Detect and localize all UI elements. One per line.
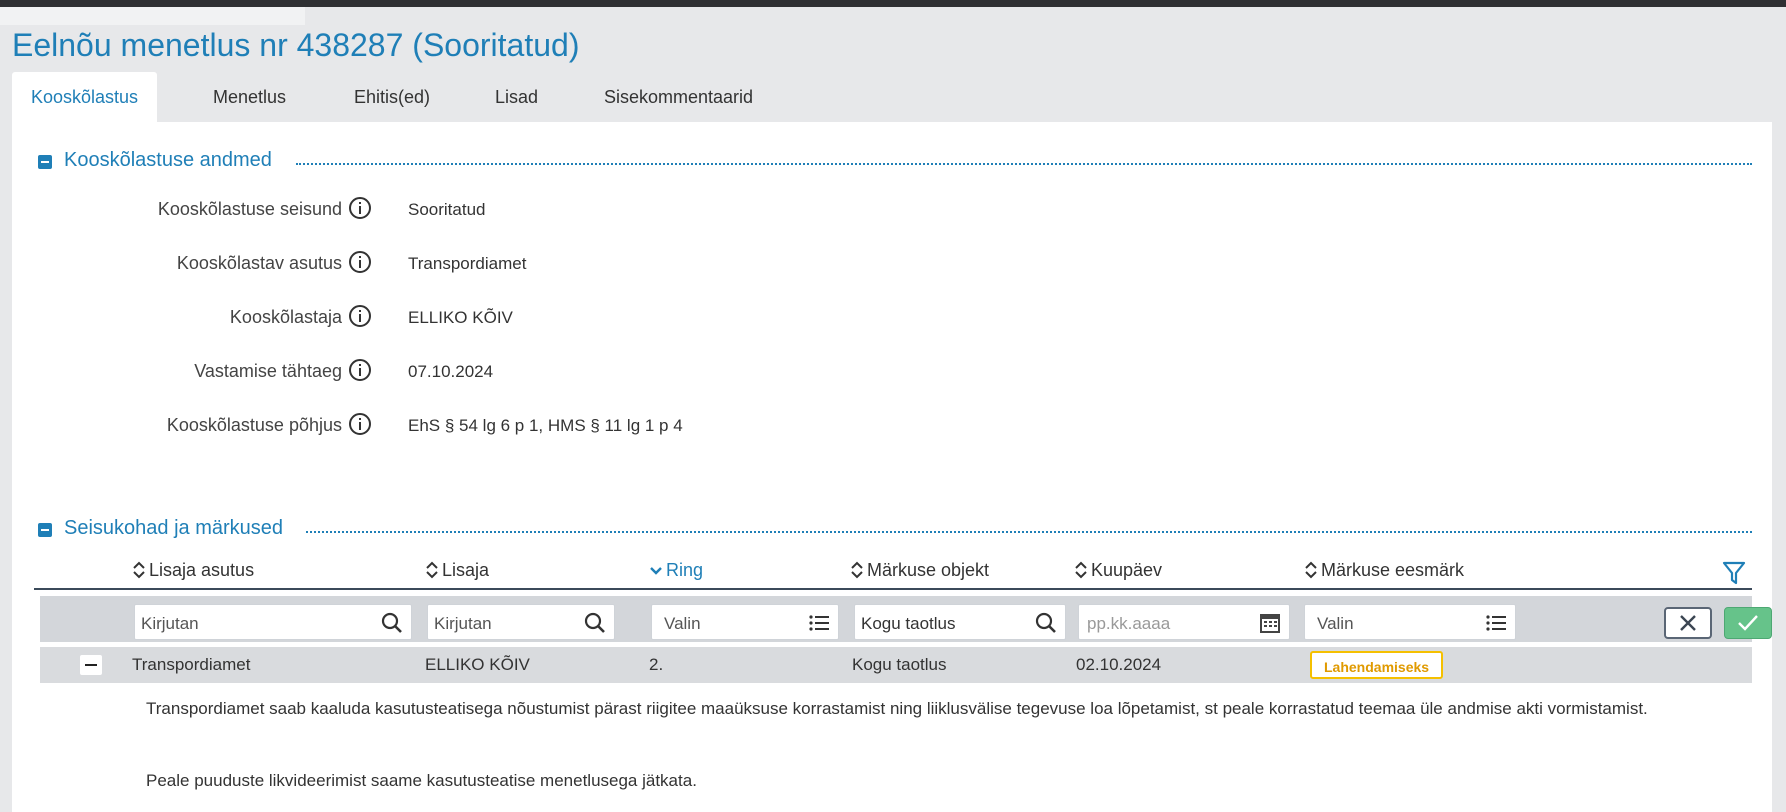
section-title: Kooskõlastuse andmed <box>64 149 272 171</box>
clear-filters-button[interactable] <box>1664 607 1712 639</box>
field-value: Sooritatud <box>408 200 486 219</box>
info-icon[interactable] <box>348 358 372 382</box>
filter-placeholder: pp.kk.aaaa <box>1087 614 1171 633</box>
list-icon[interactable] <box>1485 612 1507 634</box>
column-label: Ring <box>666 560 704 580</box>
main-panel: Kooskõlastuse andmed Kooskõlastuse seisu… <box>12 122 1772 812</box>
filter-input-markuse-objekt[interactable]: Kogu taotlus <box>854 604 1066 640</box>
sort-icon <box>851 561 863 579</box>
column-label: Lisaja asutus <box>149 560 255 580</box>
section-title: Seisukohad ja märkused <box>64 517 284 539</box>
field-label: Kooskõlastaja <box>229 307 342 327</box>
info-icon[interactable] <box>348 412 372 436</box>
field-value: EhS § 54 lg 6 p 1, HMS § 11 lg 1 p 4 <box>408 416 683 435</box>
field-row-kooskolastaja: Kooskõlastaja ELLIKO KÕIV <box>12 304 1212 334</box>
section-header-seisukohad: Seisukohad ja märkused <box>12 515 1752 545</box>
collapse-icon[interactable] <box>38 155 52 169</box>
comment-text: Transpordiamet saab kaaluda kasutusteati… <box>146 699 1648 718</box>
field-value: ELLIKO KÕIV <box>408 308 513 327</box>
table-row[interactable]: Transpordiamet ELLIKO KÕIV 2. Kogu taotl… <box>40 647 1752 683</box>
info-icon[interactable] <box>348 196 372 220</box>
tab-kooskolastus[interactable]: Kooskõlastus <box>12 72 157 122</box>
column-header-lisaja[interactable]: Lisaja <box>425 560 489 581</box>
check-icon <box>1738 615 1758 631</box>
field-label: Kooskõlastuse seisund <box>157 199 342 219</box>
divider <box>296 163 1752 165</box>
column-header-markuse-eesmark[interactable]: Märkuse eesmärk <box>1304 560 1464 581</box>
filter-select-markuse-eesmark[interactable]: Valin <box>1304 604 1516 640</box>
sort-icon <box>1075 561 1087 579</box>
search-icon[interactable] <box>381 612 403 634</box>
list-icon[interactable] <box>808 612 830 634</box>
page-title: Eelnõu menetlus nr 438287 (Sooritatud) <box>12 27 580 63</box>
tab-sisekommentaarid[interactable]: Sisekommentaarid <box>604 72 753 122</box>
field-value: Transpordiamet <box>408 254 527 273</box>
divider <box>306 531 1752 533</box>
filter-value: Kogu taotlus <box>861 614 956 633</box>
comment-text: Peale puuduste likvideerimist saame kasu… <box>146 771 697 790</box>
table-header-divider <box>34 588 1752 590</box>
sort-icon <box>1305 561 1317 579</box>
status-badge: Lahendamiseks <box>1310 651 1444 679</box>
search-icon[interactable] <box>1035 612 1057 634</box>
field-label: Kooskõlastav asutus <box>176 253 342 273</box>
column-header-lisaja-asutus[interactable]: Lisaja asutus <box>132 560 254 581</box>
field-row-tahtaeg: Vastamise tähtaeg 07.10.2024 <box>12 358 1212 388</box>
section-header-kooskolastuse-andmed: Kooskõlastuse andmed <box>12 147 1752 177</box>
filter-input-kuupaev[interactable]: pp.kk.aaaa <box>1078 604 1290 640</box>
filter-placeholder: Kirjutan <box>141 614 199 633</box>
cell-kuupaev: 02.10.2024 <box>1076 655 1162 674</box>
column-label: Märkuse objekt <box>867 560 990 580</box>
tab-menetlus[interactable]: Menetlus <box>213 72 286 122</box>
search-icon[interactable] <box>584 612 606 634</box>
filter-placeholder: Valin <box>1317 614 1354 633</box>
close-icon <box>1680 615 1696 631</box>
collapse-row-button[interactable] <box>80 655 102 675</box>
sort-desc-icon <box>650 567 662 575</box>
field-label: Kooskõlastuse põhjus <box>166 415 342 435</box>
column-header-markuse-objekt[interactable]: Märkuse objekt <box>850 560 989 581</box>
filter-input-lisaja[interactable]: Kirjutan <box>427 604 615 640</box>
column-label: Märkuse eesmärk <box>1321 560 1465 580</box>
info-icon[interactable] <box>348 304 372 328</box>
top-bar <box>0 0 1786 7</box>
sort-icon <box>426 561 438 579</box>
filter-select-ring[interactable]: Valin <box>651 604 839 640</box>
field-row-pohjus: Kooskõlastuse põhjus EhS § 54 lg 6 p 1, … <box>12 412 1212 442</box>
column-header-kuupaev[interactable]: Kuupäev <box>1074 560 1162 581</box>
column-header-ring[interactable]: Ring <box>649 560 703 581</box>
calendar-icon[interactable] <box>1259 612 1281 634</box>
top-strip <box>0 7 305 25</box>
field-value: 07.10.2024 <box>408 362 494 381</box>
filter-bar: Kirjutan Kirjutan Valin Kogu taotlus pp.… <box>40 596 1772 642</box>
cell-lisaja-asutus: Transpordiamet <box>132 655 251 674</box>
field-row-seisund: Kooskõlastuse seisund Sooritatud <box>12 196 1212 226</box>
collapse-icon[interactable] <box>38 523 52 537</box>
column-label: Lisaja <box>442 560 490 580</box>
filter-placeholder: Kirjutan <box>434 614 492 633</box>
filter-input-lisaja-asutus[interactable]: Kirjutan <box>134 604 412 640</box>
info-icon[interactable] <box>348 250 372 274</box>
sort-icon <box>133 561 145 579</box>
tab-ehitised[interactable]: Ehitis(ed) <box>354 72 430 122</box>
field-row-asutus: Kooskõlastav asutus Transpordiamet <box>12 250 1212 280</box>
filter-icon[interactable] <box>1722 560 1746 586</box>
filter-placeholder: Valin <box>664 614 701 633</box>
apply-filters-button[interactable] <box>1724 607 1772 639</box>
cell-lisaja: ELLIKO KÕIV <box>425 655 530 674</box>
cell-markuse-objekt: Kogu taotlus <box>852 655 947 674</box>
field-label: Vastamise tähtaeg <box>194 361 342 381</box>
tab-lisad[interactable]: Lisad <box>495 72 538 122</box>
column-label: Kuupäev <box>1091 560 1163 580</box>
cell-ring: 2. <box>649 655 664 674</box>
